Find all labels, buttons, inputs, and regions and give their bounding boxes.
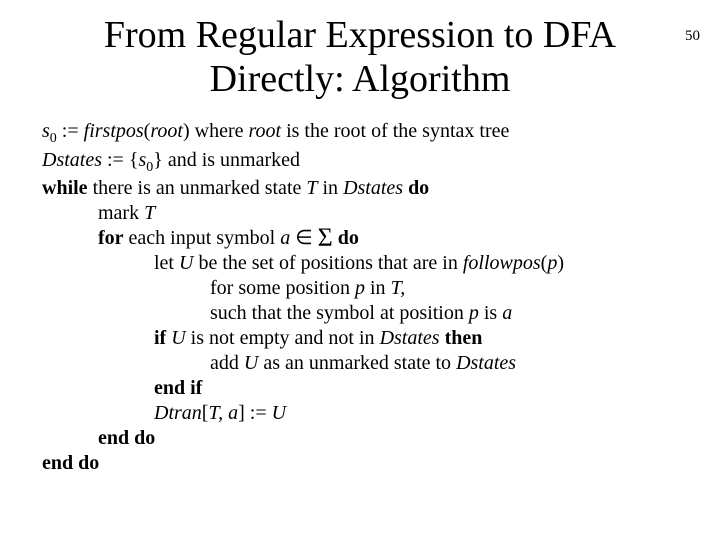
text-each-input: each input symbol — [124, 227, 281, 249]
kw-then: then — [445, 327, 483, 349]
var-dstates-2: Dstates — [343, 177, 403, 199]
algo-line-9: if U is not empty and not in Dstates the… — [42, 326, 690, 351]
fn-followpos: followpos — [463, 252, 541, 274]
algo-line-3: while there is an unmarked state T in Ds… — [42, 176, 690, 201]
text-not-empty: is not empty and not in — [186, 327, 380, 349]
text-unmarked: } and is unmarked — [153, 149, 300, 171]
kw-if: if — [154, 327, 166, 349]
algo-line-5: for each input symbol a ∈ Σ do — [42, 226, 690, 251]
var-U: U — [179, 252, 193, 274]
sym-sigma: Σ — [318, 223, 333, 252]
var-U-4: U — [272, 402, 286, 424]
var-p-3: p — [469, 302, 479, 324]
var-p: p — [547, 252, 557, 274]
rbrack-assign: ] := — [238, 402, 272, 424]
text-such-that: such that the symbol at position — [210, 302, 469, 324]
var-root-2: root — [248, 120, 281, 142]
text-be-set: be the set of positions that are in — [193, 252, 462, 274]
slide-title: From Regular Expression to DFA Directly:… — [70, 14, 650, 101]
var-T-2: T — [144, 202, 155, 224]
kw-do-2: do — [338, 227, 359, 249]
algo-line-7: for some position p in T, — [42, 276, 690, 301]
text-as-unmarked: as an unmarked state to — [258, 352, 456, 374]
text-in-2: in — [365, 277, 391, 299]
text-add: add — [210, 352, 244, 374]
algo-line-14: end do — [42, 451, 690, 476]
kw-for: for — [98, 227, 124, 249]
algo-line-4: mark T — [42, 201, 690, 226]
algo-line-8: such that the symbol at position p is a — [42, 301, 690, 326]
kw-endif: end if — [154, 377, 202, 399]
text-in: in — [318, 177, 344, 199]
text-is: is — [479, 302, 502, 324]
rparen: ) — [183, 120, 190, 142]
comma: , — [400, 277, 405, 299]
var-p-2: p — [355, 277, 365, 299]
algo-line-11: end if — [42, 376, 690, 401]
comma-2: , — [218, 402, 228, 424]
text-is-root: is the root of the syntax tree — [281, 120, 509, 142]
var-a-3: a — [228, 402, 238, 424]
page-number: 50 — [685, 28, 700, 45]
var-a: a — [280, 227, 290, 249]
kw-do: do — [408, 177, 429, 199]
var-T: T — [306, 177, 317, 199]
kw-enddo: end do — [98, 427, 155, 449]
algo-line-2: Dstates := {s0} and is unmarked — [42, 148, 690, 177]
var-s: s — [42, 120, 50, 142]
rparen-2: ) — [557, 252, 564, 274]
var-dstates-3: Dstates — [380, 327, 440, 349]
var-T-4: T — [208, 402, 218, 424]
op-assign-set: := { — [102, 149, 138, 171]
text-for-some: for some position — [210, 277, 355, 299]
sub-0: 0 — [50, 131, 57, 146]
algo-line-12: Dtran[T, a] := U — [42, 401, 690, 426]
var-U-2: U — [171, 327, 185, 349]
algo-line-13: end do — [42, 426, 690, 451]
op-assign: := — [57, 120, 84, 142]
text-mark: mark — [98, 202, 144, 224]
kw-while: while — [42, 177, 88, 199]
var-dstates-4: Dstates — [456, 352, 516, 374]
algo-line-10: add U as an unmarked state to Dstates — [42, 351, 690, 376]
var-T-3: T — [391, 277, 401, 299]
algorithm-body: s0 := firstpos(root) where root is the r… — [42, 119, 690, 476]
var-root: root — [150, 120, 183, 142]
algo-line-1: s0 := firstpos(root) where root is the r… — [42, 119, 690, 148]
text-where: where — [190, 120, 249, 142]
var-U-3: U — [244, 352, 258, 374]
fn-firstpos: firstpos — [84, 120, 144, 142]
text-let: let — [154, 252, 179, 274]
kw-enddo-2: end do — [42, 452, 99, 474]
text-while: there is an unmarked state — [88, 177, 307, 199]
var-a-2: a — [502, 302, 512, 324]
algo-line-6: let U be the set of positions that are i… — [42, 251, 690, 276]
op-elem: ∈ — [290, 227, 317, 249]
var-dtran: Dtran — [154, 402, 202, 424]
var-dstates: Dstates — [42, 149, 102, 171]
